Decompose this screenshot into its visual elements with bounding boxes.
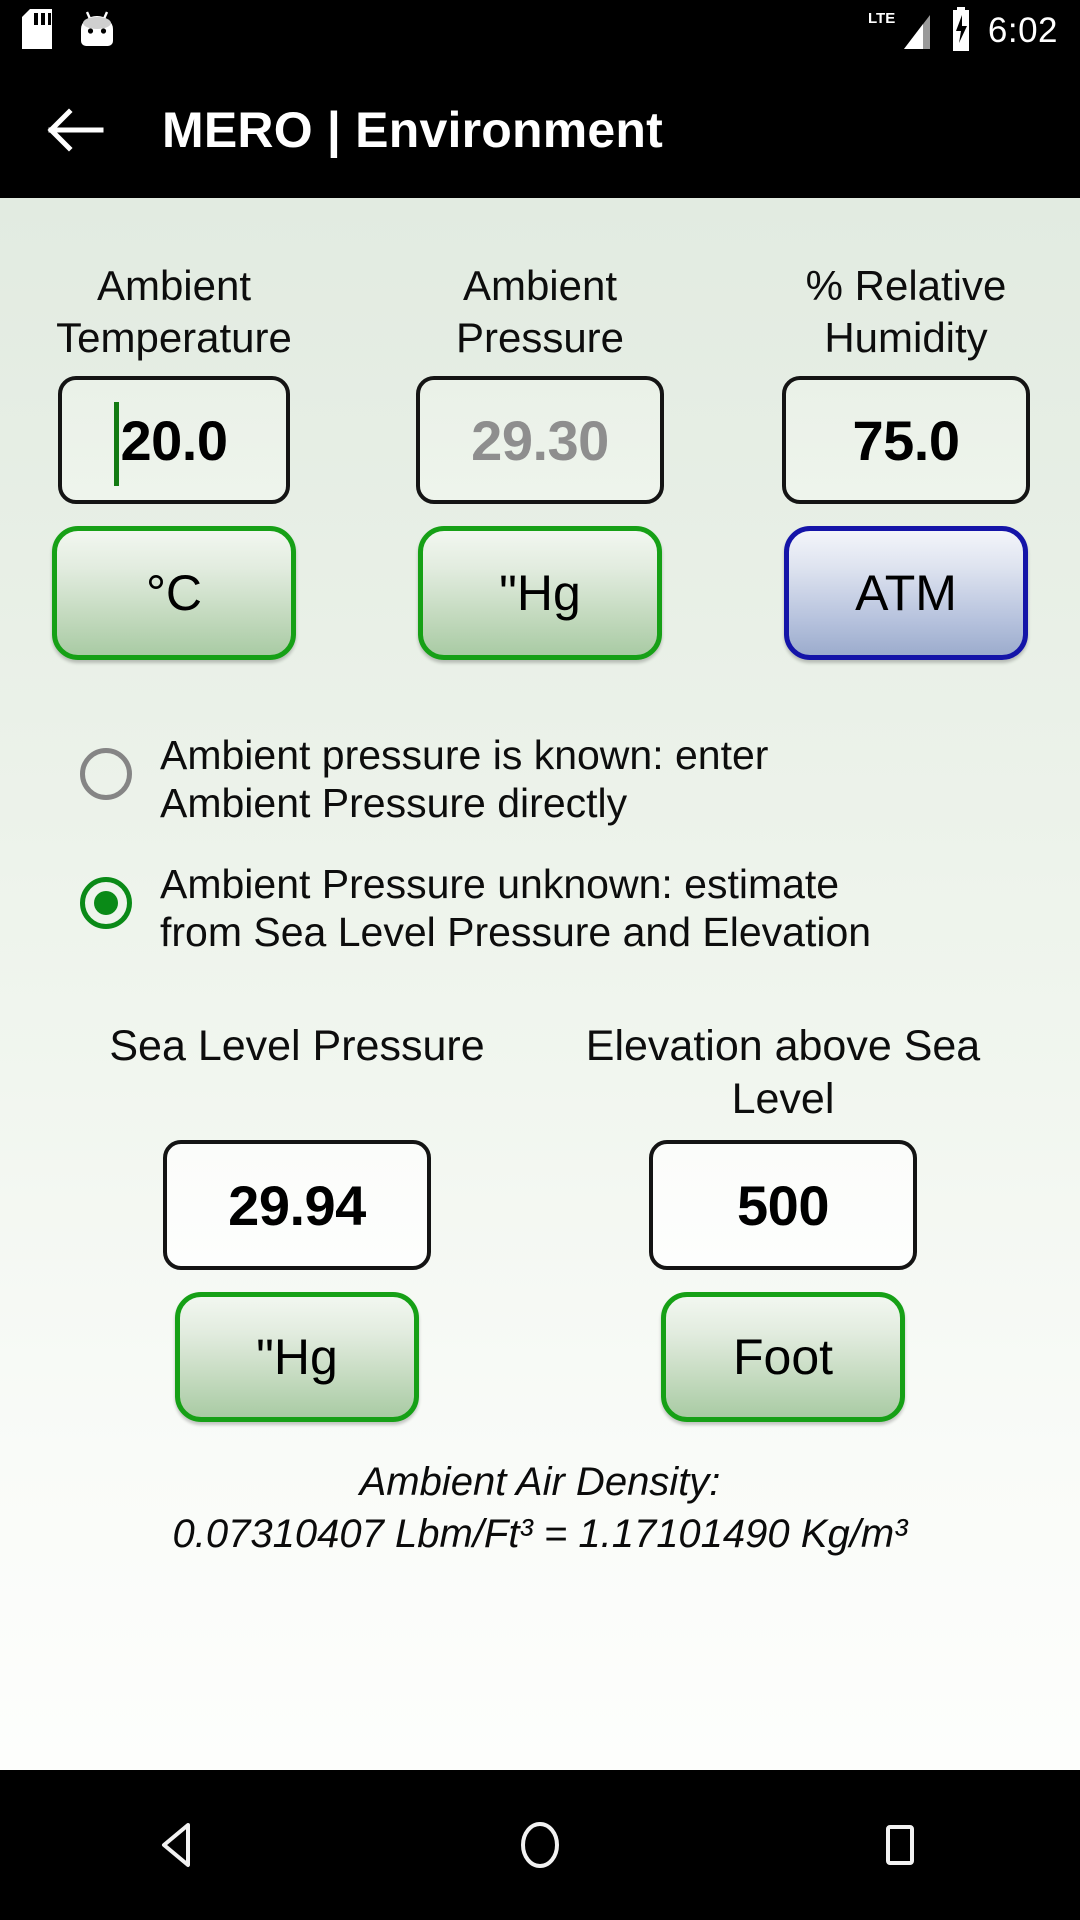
- action-bar: MERO | Environment: [0, 62, 1080, 198]
- android-navigation-bar: [0, 1770, 1080, 1920]
- status-bar: LTE 6:02: [0, 0, 1080, 62]
- radio-option-known-label: Ambient pressure is known: enter Ambient…: [160, 732, 769, 826]
- sd-card-icon: [22, 8, 52, 54]
- relative-humidity-unit-button[interactable]: ATM: [784, 526, 1028, 660]
- phone-screen: LTE 6:02 MERO | Environment Ambient Temp…: [0, 0, 1080, 1920]
- ambient-temperature-group: Ambient Temperature 20.0 °C: [24, 260, 324, 660]
- nav-home-icon[interactable]: [465, 1770, 615, 1920]
- radio-button-unselected-icon[interactable]: [80, 748, 132, 800]
- elevation-group: Elevation above Sea Level 500 Foot: [583, 1020, 983, 1423]
- status-bar-left-icons: [22, 8, 116, 54]
- ambient-pressure-unit-button[interactable]: "Hg: [418, 526, 662, 660]
- air-density-value: 0.07310407 Lbm/Ft³ = 1.17101490 Kg/m³: [172, 1512, 908, 1557]
- ambient-temperature-value: 20.0: [120, 408, 229, 472]
- nav-recents-icon[interactable]: [825, 1770, 975, 1920]
- relative-humidity-group: % Relative Humidity 75.0 ATM: [756, 260, 1056, 660]
- ambient-temperature-unit-label: °C: [145, 565, 203, 621]
- radio-option-unknown[interactable]: Ambient Pressure unknown: estimate from …: [80, 861, 1056, 956]
- ambient-pressure-unit-label: "Hg: [499, 565, 581, 621]
- relative-humidity-value: 75.0: [852, 408, 961, 472]
- sea-level-pressure-unit-button[interactable]: "Hg: [175, 1292, 419, 1423]
- lte-signal-icon: LTE: [868, 7, 934, 56]
- radio-option-unknown-label: Ambient Pressure unknown: estimate from …: [160, 861, 872, 955]
- radio-button-selected-icon[interactable]: [80, 877, 132, 930]
- elevation-input[interactable]: 500: [649, 1140, 917, 1271]
- battery-charging-icon: [948, 6, 974, 56]
- sea-level-pressure-value: 29.94: [228, 1173, 366, 1237]
- sea-level-pressure-input[interactable]: 29.94: [163, 1140, 431, 1271]
- ambient-inputs-row: Ambient Temperature 20.0 °C Ambient Pres…: [24, 260, 1056, 660]
- text-cursor: [114, 402, 119, 486]
- elevation-value: 500: [737, 1173, 829, 1237]
- svg-text:LTE: LTE: [868, 10, 895, 27]
- sea-level-pressure-label: Sea Level Pressure: [109, 1022, 485, 1071]
- elevation-unit-button[interactable]: Foot: [661, 1292, 905, 1423]
- air-density-caption: Ambient Air Density:: [359, 1460, 721, 1505]
- radio-option-known[interactable]: Ambient pressure is known: enter Ambient…: [80, 732, 1056, 827]
- back-arrow-icon[interactable]: [44, 99, 106, 161]
- elevation-unit-label: Foot: [732, 1329, 834, 1386]
- android-bugdroid-icon: [78, 9, 116, 54]
- elevation-label: Elevation above Sea Level: [585, 1022, 981, 1124]
- ambient-pressure-group: Ambient Pressure 29.30 "Hg: [390, 260, 690, 660]
- status-bar-right-icons: LTE 6:02: [868, 6, 1058, 56]
- sea-level-pressure-group: Sea Level Pressure 29.94 "Hg: [97, 1020, 497, 1423]
- nav-back-icon[interactable]: [105, 1770, 255, 1920]
- pressure-mode-radio-group: Ambient pressure is known: enter Ambient…: [24, 732, 1056, 990]
- ambient-pressure-value: 29.30: [471, 408, 609, 472]
- page-title: MERO | Environment: [162, 102, 663, 158]
- sea-level-pressure-unit-label: "Hg: [256, 1329, 338, 1386]
- ambient-pressure-input[interactable]: 29.30: [416, 376, 664, 504]
- ambient-temperature-label: Ambient Temperature: [56, 262, 292, 361]
- estimation-inputs-row: Sea Level Pressure 29.94 "Hg Elevation a…: [24, 1020, 1056, 1423]
- status-bar-clock: 6:02: [987, 11, 1058, 50]
- main-content: Ambient Temperature 20.0 °C Ambient Pres…: [0, 198, 1080, 1770]
- relative-humidity-input[interactable]: 75.0: [782, 376, 1030, 504]
- relative-humidity-unit-label: ATM: [855, 565, 957, 621]
- air-density-result: Ambient Air Density: 0.07310407 Lbm/Ft³ …: [24, 1456, 1056, 1560]
- ambient-temperature-input[interactable]: 20.0: [58, 376, 290, 504]
- ambient-pressure-label: Ambient Pressure: [455, 262, 625, 361]
- relative-humidity-label: % Relative Humidity: [805, 262, 1007, 361]
- ambient-temperature-unit-button[interactable]: °C: [52, 526, 296, 660]
